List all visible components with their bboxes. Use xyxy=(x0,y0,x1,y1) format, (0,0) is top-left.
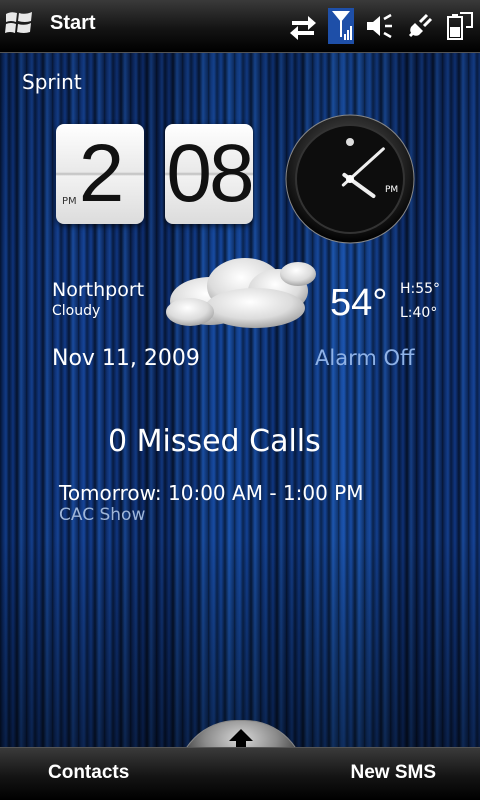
analog-clock[interactable]: PM xyxy=(285,114,415,244)
date-label[interactable]: Nov 11, 2009 xyxy=(52,346,200,371)
appointment-title: CAC Show xyxy=(59,505,146,525)
windows-logo-icon xyxy=(5,12,32,33)
start-label: Start xyxy=(50,11,96,34)
contacts-softkey[interactable]: Contacts xyxy=(48,762,129,784)
speaker-icon[interactable] xyxy=(364,11,394,41)
signal-icon[interactable] xyxy=(328,8,354,44)
weather-high: H:55° xyxy=(400,281,441,297)
clock-hour-tile[interactable]: 2 PM xyxy=(56,124,144,224)
clock-ampm: PM xyxy=(62,196,77,207)
new-sms-softkey[interactable]: New SMS xyxy=(350,762,436,784)
weather-city[interactable]: Northport xyxy=(52,279,144,301)
battery-icon[interactable] xyxy=(446,9,474,43)
clock-hour: 2 xyxy=(78,128,125,219)
analog-clock-ampm: PM xyxy=(385,185,398,195)
power-plug-icon[interactable] xyxy=(404,10,436,42)
alarm-status[interactable]: Alarm Off xyxy=(315,346,414,370)
appointment-time[interactable]: Tomorrow: 10:00 AM - 1:00 PM xyxy=(59,481,363,505)
weather-temperature: 54° xyxy=(330,282,388,324)
weather-low: L:40° xyxy=(400,305,438,321)
weather-condition: Cloudy xyxy=(52,303,101,319)
softkey-bar: Contacts New SMS xyxy=(0,747,480,800)
carrier-name: Sprint xyxy=(22,70,82,94)
clock-minute-tile[interactable]: 08 xyxy=(165,124,253,224)
up-arrow-icon xyxy=(229,729,253,749)
status-bar: Start xyxy=(0,0,480,53)
missed-calls[interactable]: 0 Missed Calls xyxy=(108,424,321,459)
data-sync-icon[interactable] xyxy=(288,11,318,41)
cloud-icon[interactable] xyxy=(160,246,325,336)
clock-minute: 08 xyxy=(166,128,253,219)
start-button[interactable]: Start xyxy=(4,8,96,38)
